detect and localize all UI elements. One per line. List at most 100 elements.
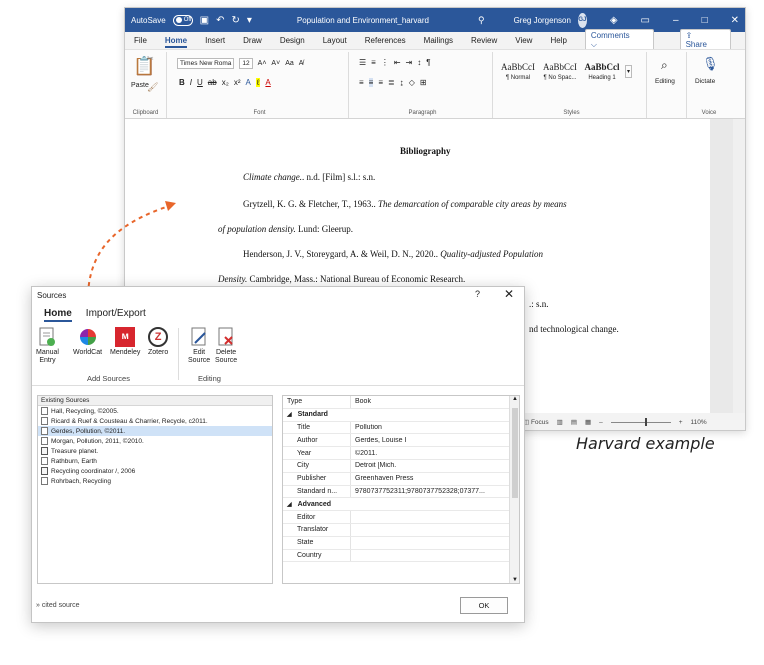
bullets-icon[interactable]: ☰ xyxy=(359,58,366,67)
print-layout-icon[interactable]: ▤ xyxy=(571,418,577,426)
dictate-label[interactable]: Dictate xyxy=(695,78,715,85)
scroll-up-icon[interactable]: ▲ xyxy=(512,396,518,402)
underline-icon[interactable]: U xyxy=(197,78,203,87)
delete-source-button[interactable]: Delete Source xyxy=(215,327,237,365)
property-value[interactable]: Detroit [Mich. xyxy=(351,462,509,469)
list-item[interactable]: Morgan, Pollution, 2011, ©2010. xyxy=(38,436,272,446)
style-heading-1[interactable]: AaBbCcl Heading 1 xyxy=(583,62,621,81)
list-item-selected[interactable]: Gerdes, Pollution, ©2011. xyxy=(38,426,272,436)
strikethrough-icon[interactable]: ab xyxy=(208,78,217,87)
list-item[interactable]: Treasure planet. xyxy=(38,446,272,456)
line-spacing-icon[interactable]: ↨ xyxy=(400,78,404,87)
tab-layout[interactable]: Layout xyxy=(323,36,347,45)
list-item[interactable]: Recycling coordinator /, 2006 xyxy=(38,466,272,476)
property-value[interactable]: Pollution xyxy=(351,424,509,431)
font-size-select[interactable]: 12 xyxy=(239,58,253,69)
property-value[interactable]: Book xyxy=(351,398,509,405)
scroll-thumb[interactable] xyxy=(512,408,518,498)
bold-icon[interactable]: B xyxy=(179,78,185,87)
minimize-icon[interactable]: – xyxy=(673,15,679,26)
clear-format-icon[interactable]: A̸ xyxy=(299,60,304,67)
justify-icon[interactable]: ≣ xyxy=(388,78,395,87)
tab-import-export[interactable]: Import/Export xyxy=(86,308,146,319)
style-normal[interactable]: AaBbCcI ¶ Normal xyxy=(499,62,537,81)
pilcrow-icon[interactable]: ¶ xyxy=(426,58,430,67)
cut-icon[interactable]: ✂ xyxy=(147,54,154,63)
ok-button[interactable]: OK xyxy=(460,597,508,614)
align-right-icon[interactable]: ≡ xyxy=(378,78,383,87)
format-painter-icon[interactable]: 🖌 xyxy=(147,82,158,93)
highlight-icon[interactable]: ℓ xyxy=(255,78,261,87)
focus-button[interactable]: ◫ Focus xyxy=(523,418,549,426)
numbering-icon[interactable]: ≡ xyxy=(371,58,376,67)
list-item[interactable]: Rathburn, Earth xyxy=(38,456,272,466)
ribbon-display-icon[interactable]: ▭ xyxy=(641,15,650,26)
property-value[interactable]: Greenhaven Press xyxy=(351,475,509,482)
style-no-spacing[interactable]: AaBbCcI ¶ No Spac... xyxy=(541,62,579,81)
section-advanced[interactable]: ◢ Advanced xyxy=(283,498,519,512)
worldcat-button[interactable]: WorldCat xyxy=(73,327,102,357)
increase-indent-icon[interactable]: ⇥ xyxy=(406,58,413,67)
shading-icon[interactable]: ◇ xyxy=(409,78,415,87)
autosave-toggle[interactable]: Off xyxy=(172,14,193,26)
align-center-icon[interactable]: ≡ xyxy=(368,78,374,87)
web-layout-icon[interactable]: ▦ xyxy=(585,418,591,426)
tab-insert[interactable]: Insert xyxy=(205,36,225,45)
manual-entry-button[interactable]: Manual Entry xyxy=(36,327,59,365)
redo-icon[interactable]: ↻ xyxy=(231,15,239,26)
property-value[interactable]: 9780737752311;9780737752328;07377... xyxy=(351,488,509,495)
microphone-icon[interactable]: 🎙 xyxy=(702,56,719,72)
list-item[interactable]: Ricard & Ruef & Cousteau & Charrier, Rec… xyxy=(38,416,272,426)
tab-file[interactable]: File xyxy=(134,36,147,45)
subscript-icon[interactable]: x₂ xyxy=(222,78,229,87)
tab-home[interactable]: Home xyxy=(164,36,188,48)
superscript-icon[interactable]: x² xyxy=(234,78,241,87)
decrease-indent-icon[interactable]: ⇤ xyxy=(394,58,401,67)
multilevel-list-icon[interactable]: ⋮ xyxy=(381,58,389,67)
vertical-scrollbar[interactable] xyxy=(733,119,745,430)
undo-icon[interactable]: ↶ xyxy=(216,15,224,26)
styles-more-icon[interactable]: ▾ xyxy=(625,65,633,78)
existing-sources-list[interactable]: Existing Sources Hall, Recycling, ©2005.… xyxy=(37,395,273,584)
sort-icon[interactable]: ↕ xyxy=(417,58,421,67)
italic-icon[interactable]: I xyxy=(190,78,192,87)
section-standard[interactable]: ◢ Standard xyxy=(283,409,519,422)
tab-home[interactable]: Home xyxy=(44,308,72,322)
properties-scrollbar[interactable]: ▲ ▼ xyxy=(509,396,519,583)
zoom-slider[interactable] xyxy=(610,417,671,426)
search-icon[interactable]: ⚲ xyxy=(478,15,485,26)
zoom-in-icon[interactable]: + xyxy=(679,419,683,426)
property-value[interactable]: ©2011. xyxy=(351,450,509,457)
zoom-out-icon[interactable]: – xyxy=(599,419,603,426)
shrink-font-icon[interactable]: A˅ xyxy=(271,60,280,67)
tab-view[interactable]: View xyxy=(515,36,532,45)
read-mode-icon[interactable]: ▥ xyxy=(557,418,563,426)
grow-font-icon[interactable]: A˄ xyxy=(258,60,267,67)
maximize-icon[interactable]: □ xyxy=(702,15,708,26)
document-title[interactable]: Population and Environment_harvard xyxy=(297,16,429,25)
text-effects-icon[interactable]: A xyxy=(245,78,250,87)
tab-review[interactable]: Review xyxy=(471,36,497,45)
avatar[interactable]: GJ xyxy=(577,12,587,28)
list-item[interactable]: Rohrbach, Recycling xyxy=(38,476,272,486)
change-case-icon[interactable]: Aa xyxy=(285,60,294,67)
help-button[interactable]: ? xyxy=(475,289,480,299)
coauthor-icon[interactable]: ◈ xyxy=(610,15,618,26)
find-icon[interactable]: ⌕ xyxy=(661,58,668,73)
tab-mailings[interactable]: Mailings xyxy=(424,36,453,45)
zotero-button[interactable]: Z Zotero xyxy=(148,327,168,357)
scroll-down-icon[interactable]: ▼ xyxy=(512,577,518,583)
zoom-level[interactable]: 110% xyxy=(691,419,707,426)
tab-draw[interactable]: Draw xyxy=(243,36,262,45)
property-value[interactable]: Gerdes, Louise I xyxy=(351,437,509,444)
dialog-close-icon[interactable]: ✕ xyxy=(504,287,514,301)
mendeley-button[interactable]: ᴍ Mendeley xyxy=(110,327,140,357)
borders-icon[interactable]: ⊞ xyxy=(420,78,427,87)
editing-label[interactable]: Editing xyxy=(655,78,675,85)
list-item[interactable]: Hall, Recycling, ©2005. xyxy=(38,406,272,416)
font-color-icon[interactable]: A xyxy=(265,78,270,87)
font-name-select[interactable]: Times New Roma xyxy=(177,58,235,69)
edit-source-button[interactable]: Edit Source xyxy=(188,327,210,365)
tab-design[interactable]: Design xyxy=(280,36,305,45)
tab-help[interactable]: Help xyxy=(550,36,566,45)
